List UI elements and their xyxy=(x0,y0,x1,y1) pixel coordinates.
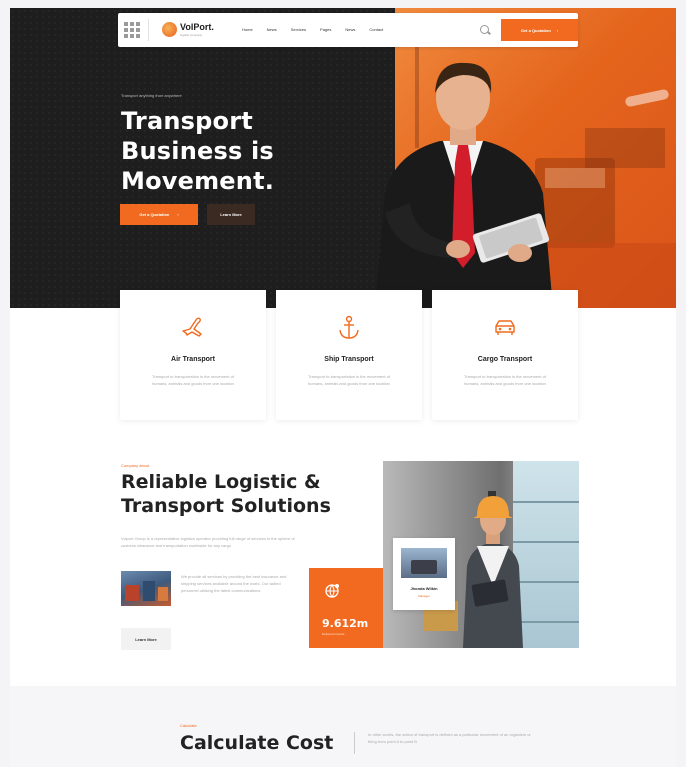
hero-title-line: Business is xyxy=(121,137,274,165)
about-title: Reliable Logistic & Transport Solutions xyxy=(121,470,371,518)
get-quotation-hero-button[interactable]: Get a Quotation › xyxy=(120,204,198,225)
about-eyebrow: Company about xyxy=(121,463,150,468)
car-icon xyxy=(495,320,515,335)
website-frame: VolPort. logistic company Home News Serv… xyxy=(10,8,676,767)
hero-eyebrow: Transport anything from anywhere xyxy=(121,93,182,98)
top-navbar: VolPort. logistic company Home News Serv… xyxy=(118,13,578,47)
logo-text[interactable]: VolPort. xyxy=(180,22,214,32)
calculate-eyebrow: Calculate xyxy=(180,723,197,728)
nav-item-blog[interactable]: News xyxy=(345,27,355,32)
page-background: VolPort. logistic company Home News Serv… xyxy=(0,0,686,767)
calculate-description: In other words, the action of transport … xyxy=(368,732,531,744)
calculate-divider xyxy=(354,732,355,754)
service-description: Transport to transportation is the movem… xyxy=(152,374,234,386)
profile-image xyxy=(401,548,447,578)
service-card-cargo[interactable]: Cargo Transport Transport to transportat… xyxy=(432,290,578,420)
anchor-icon xyxy=(339,315,359,339)
get-quotation-nav-button[interactable]: Get a Quotation › xyxy=(501,19,578,41)
service-card-ship[interactable]: Ship Transport Transport to transportati… xyxy=(276,290,422,420)
profile-role: Manager xyxy=(418,594,430,598)
airplane-icon xyxy=(182,317,202,337)
service-card-air[interactable]: Air Transport Transport to transportatio… xyxy=(120,290,266,420)
calculate-title: Calculate Cost xyxy=(180,732,334,754)
service-description: Transport to transportation is the movem… xyxy=(464,374,546,386)
profile-name: Jhonda Wilkin xyxy=(410,586,438,591)
quote-button-label: Get a Quotation xyxy=(520,27,551,33)
businessman-image xyxy=(375,62,553,308)
globe-icon xyxy=(325,584,339,598)
nav-item-news[interactable]: News xyxy=(267,27,277,32)
stat-value: 9.612m xyxy=(322,617,369,630)
arrow-right-icon: › xyxy=(556,27,559,33)
logo-icon[interactable] xyxy=(162,22,177,37)
hero-title-line: Movement. xyxy=(121,167,275,195)
service-description: Transport to transportation is the movem… xyxy=(308,374,390,386)
service-title: Cargo Transport xyxy=(477,356,533,363)
hero-title: Transport Business is Movement. xyxy=(121,106,301,196)
logo-tagline: logistic company xyxy=(180,33,203,37)
services-cards: Air Transport Transport to transportatio… xyxy=(120,290,578,420)
nav-item-pages[interactable]: Pages xyxy=(320,27,331,32)
hero-title-line: Transport xyxy=(121,107,253,135)
arrow-right-icon: › xyxy=(177,212,179,217)
nav-menu: Home News Services Pages News Contact xyxy=(242,27,383,32)
about-thumb-text: We provide all services by providing the… xyxy=(181,574,287,593)
service-title: Air Transport xyxy=(171,356,215,363)
worker-figure xyxy=(463,496,523,648)
calculate-section xyxy=(10,686,676,767)
about-paragraph: Volport Group is a representative logist… xyxy=(121,536,295,548)
menu-grid-icon[interactable] xyxy=(124,22,140,38)
service-title: Ship Transport xyxy=(324,356,374,363)
about-title-line: Transport Solutions xyxy=(121,495,331,517)
nav-item-services[interactable]: Services xyxy=(291,27,306,32)
stat-label: Delivered Goods xyxy=(322,632,345,636)
about-title-line: Reliable Logistic & xyxy=(121,471,321,493)
containers-thumbnail xyxy=(121,571,171,606)
airplane-shape xyxy=(624,88,670,108)
hero-button-label: Get a Quotation xyxy=(139,212,170,217)
search-icon[interactable] xyxy=(480,25,489,34)
nav-item-home[interactable]: Home xyxy=(242,27,253,32)
stat-box: 9.612m Delivered Goods xyxy=(309,568,383,648)
profile-card[interactable]: Jhonda Wilkin Manager xyxy=(393,538,455,610)
nav-divider xyxy=(148,19,149,41)
learn-more-hero-button[interactable]: Learn More xyxy=(207,204,255,225)
nav-item-contact[interactable]: Contact xyxy=(369,27,383,32)
learn-more-button[interactable]: Learn More xyxy=(121,628,171,650)
